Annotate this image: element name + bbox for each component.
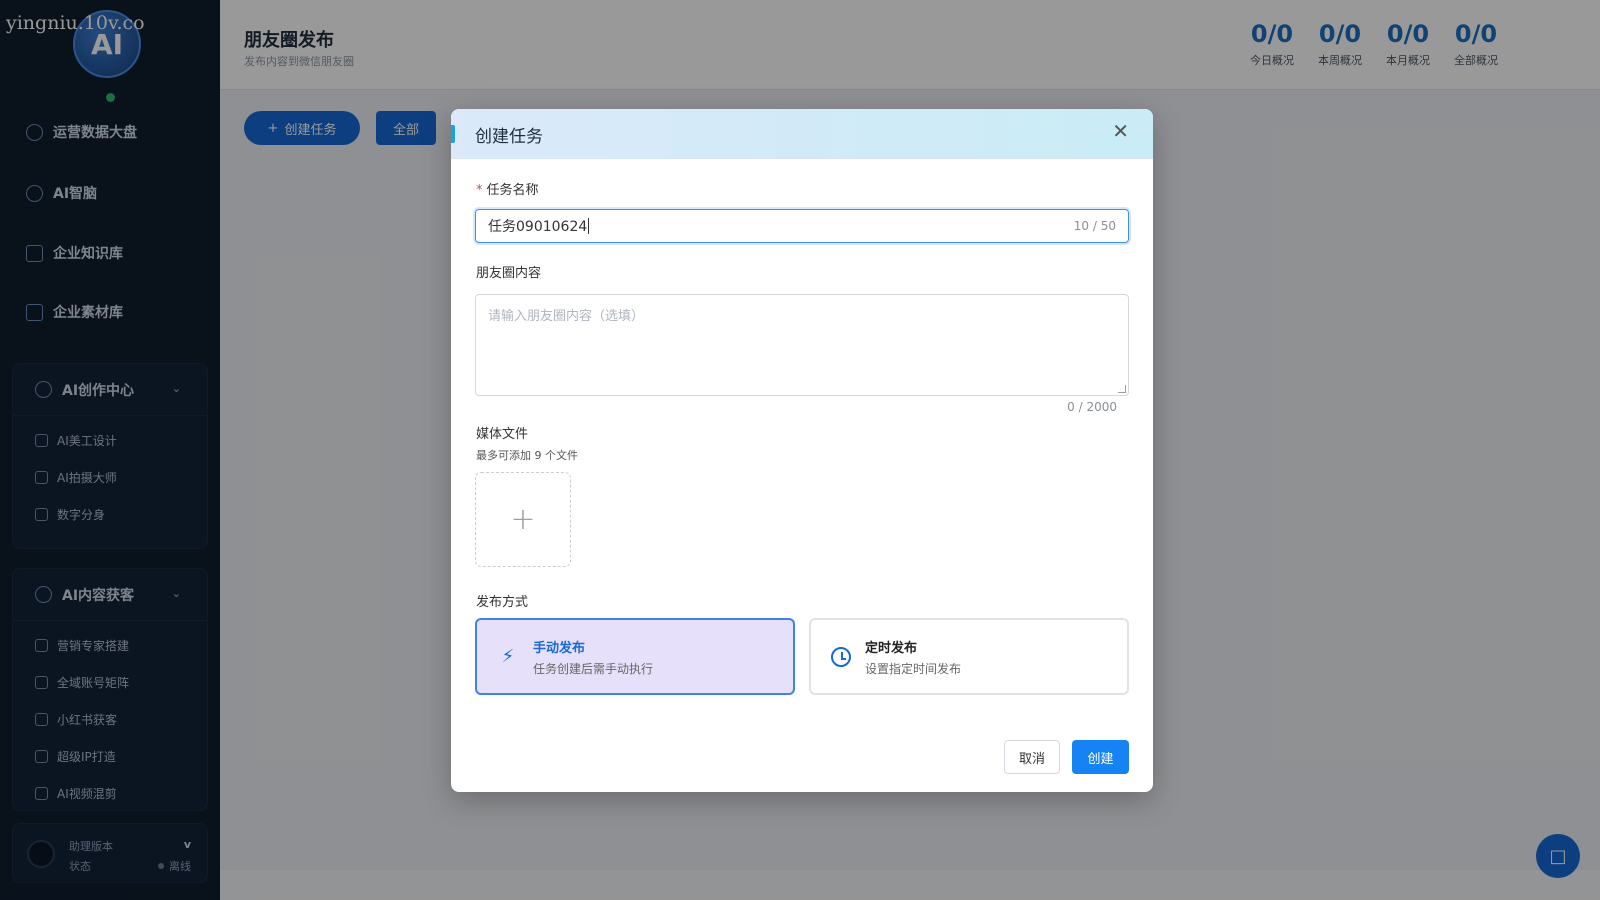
publish-option-scheduled[interactable]: 定时发布 设置指定时间发布 — [809, 618, 1129, 695]
option-title: 手动发布 — [533, 640, 586, 656]
content-char-count: 0 / 2000 — [1067, 400, 1117, 414]
media-label: 媒体文件 — [476, 427, 529, 442]
task-name-input[interactable]: 任务09010624 10 / 50 — [475, 209, 1129, 243]
content-label: 朋友圈内容 — [476, 266, 542, 281]
option-text: 定时发布 设置指定时间发布 — [865, 637, 961, 677]
clock-icon — [831, 646, 851, 667]
create-button[interactable]: 创建 — [1072, 740, 1129, 774]
media-upload-button[interactable]: + — [475, 472, 571, 567]
content-placeholder: 请输入朋友圈内容（选填） — [488, 309, 645, 324]
media-hint: 最多可添加 9 个文件 — [476, 449, 578, 462]
cancel-button[interactable]: 取消 — [1004, 740, 1060, 774]
option-desc: 设置指定时间发布 — [865, 661, 962, 676]
task-name-label-text: 任务名称 — [486, 183, 539, 198]
create-task-modal: 创建任务 ✕ * 任务名称 任务09010624 10 / 50 朋友圈内容 请输… — [451, 109, 1153, 792]
option-text: 手动发布 任务创建后需手动执行 — [533, 637, 653, 677]
task-name-char-count: 10 / 50 — [1073, 219, 1116, 233]
modal-header: 创建任务 ✕ — [451, 109, 1153, 159]
required-mark: * — [476, 183, 483, 198]
task-name-value: 任务09010624 — [488, 219, 588, 235]
publish-option-manual[interactable]: ⚡ 手动发布 任务创建后需手动执行 — [475, 618, 795, 695]
publish-method-label: 发布方式 — [476, 595, 529, 610]
lightning-icon: ⚡ — [501, 646, 515, 667]
close-icon[interactable]: ✕ — [1112, 121, 1129, 141]
option-title: 定时发布 — [865, 640, 918, 656]
modal-title: 创建任务 — [475, 127, 543, 147]
moment-content-textarea[interactable]: 请输入朋友圈内容（选填） — [475, 294, 1129, 396]
plus-icon: + — [510, 502, 536, 537]
header-accent-bar — [451, 125, 455, 143]
text-caret — [588, 218, 590, 234]
option-desc: 任务创建后需手动执行 — [533, 661, 654, 676]
resize-handle-icon[interactable] — [1118, 385, 1126, 393]
task-name-label: * 任务名称 — [476, 179, 539, 198]
